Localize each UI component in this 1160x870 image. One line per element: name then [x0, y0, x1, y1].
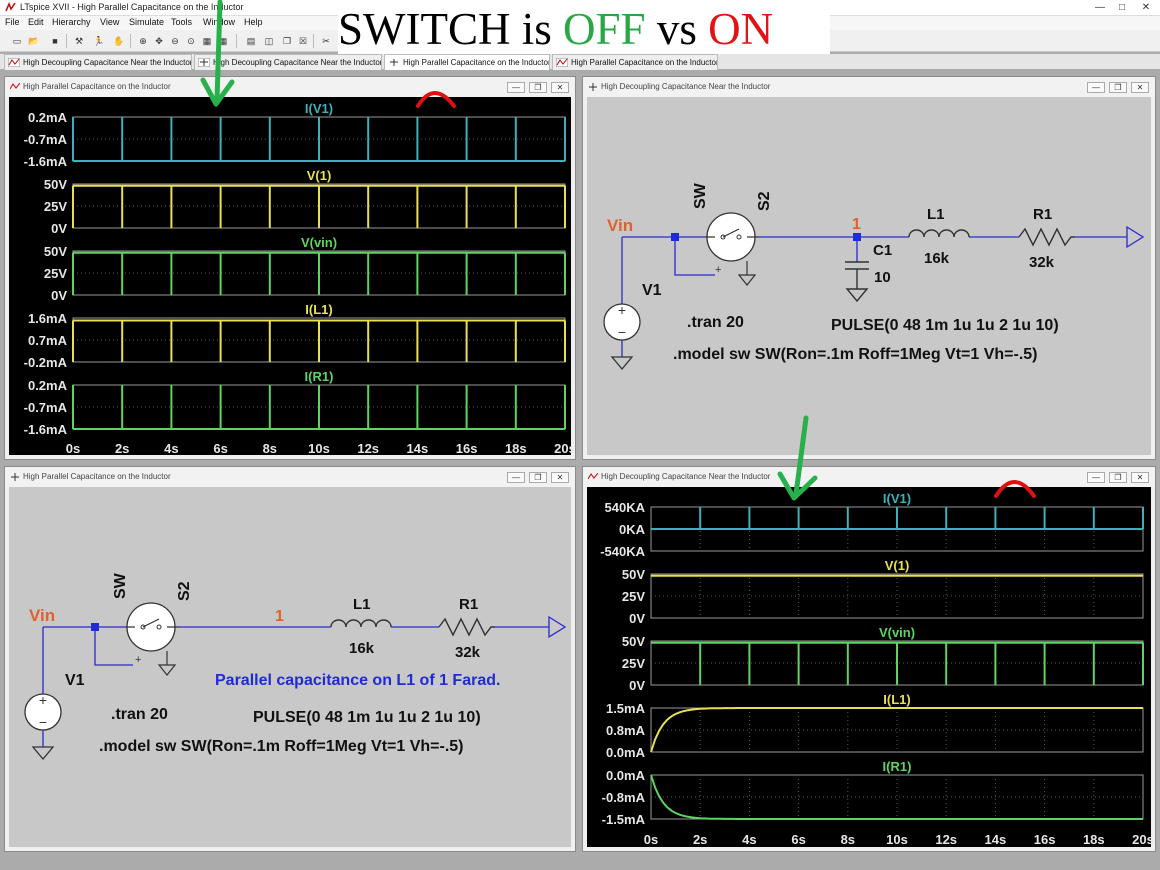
red-peak-annotation: [994, 480, 1036, 498]
red-peak-annotation: [416, 91, 456, 108]
green-arrow-annotation: [777, 415, 818, 501]
green-arrow-annotation: [200, 0, 235, 107]
ltspice-app: LTspice XVII - High Parallel Capacitance…: [0, 0, 1160, 870]
annotation-layer: [200, 0, 1036, 501]
